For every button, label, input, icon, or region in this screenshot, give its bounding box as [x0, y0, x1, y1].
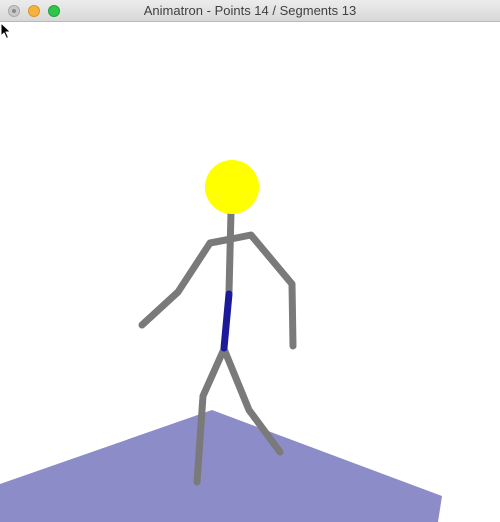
left-arm[interactable] [138, 235, 235, 329]
animatron-window: Animatron - Points 14 / Segments 13 [0, 0, 500, 522]
title-bar[interactable]: Animatron - Points 14 / Segments 13 [0, 0, 500, 22]
ground-plane [0, 410, 442, 522]
spine-segment[interactable] [220, 290, 233, 352]
head[interactable] [205, 160, 259, 214]
cursor-arrow-icon [0, 22, 11, 39]
animation-canvas[interactable] [0, 22, 500, 522]
neck-segment[interactable] [225, 208, 235, 296]
scene-svg[interactable] [0, 22, 500, 522]
window-title: Animatron - Points 14 / Segments 13 [143, 3, 357, 18]
right-arm[interactable] [227, 231, 297, 350]
